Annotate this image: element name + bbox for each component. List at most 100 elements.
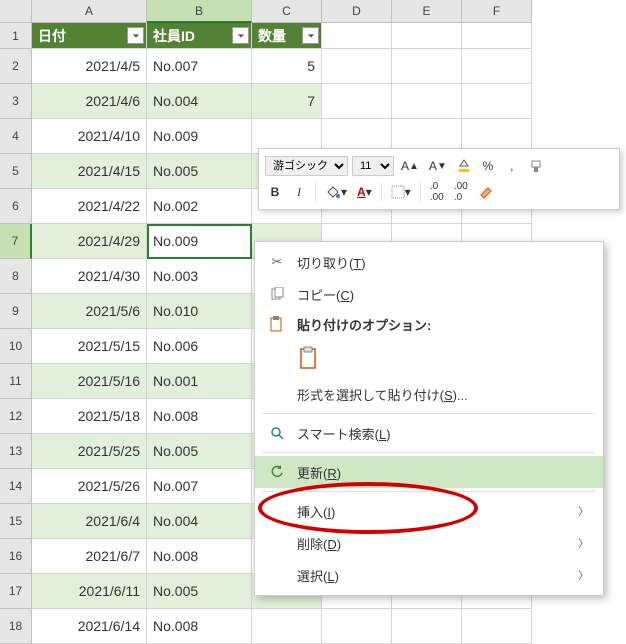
cell[interactable] — [462, 84, 532, 119]
cell-date[interactable]: 2021/5/26 — [32, 469, 147, 504]
column-header[interactable]: C — [252, 0, 322, 23]
row-header[interactable]: 6 — [0, 189, 32, 224]
font-size-select[interactable]: 11 — [352, 156, 394, 176]
cell-date[interactable]: 2021/5/18 — [32, 399, 147, 434]
ctx-paste-special[interactable]: 形式を選択して貼り付け(S)... — [255, 378, 603, 410]
cell-date[interactable]: 2021/6/7 — [32, 539, 147, 574]
table-header-empId[interactable]: 社員ID — [147, 23, 252, 49]
ctx-insert[interactable]: 挿入(I) 〉 — [255, 495, 603, 527]
increase-decimal-icon[interactable]: .0.00 — [427, 181, 447, 203]
cell-quantity[interactable] — [252, 609, 322, 644]
column-header[interactable]: E — [392, 0, 462, 23]
cell[interactable] — [392, 49, 462, 84]
cell[interactable] — [392, 609, 462, 644]
font-family-select[interactable]: 游ゴシック — [265, 156, 348, 176]
cell-employee-id[interactable]: No.008 — [147, 399, 252, 434]
cell-date[interactable]: 2021/5/6 — [32, 294, 147, 329]
cell-date[interactable]: 2021/4/29 — [32, 224, 147, 259]
cell-employee-id[interactable]: No.001 — [147, 364, 252, 399]
cell-date[interactable]: 2021/6/4 — [32, 504, 147, 539]
cell-quantity[interactable]: 7 — [252, 84, 322, 119]
cell-employee-id[interactable]: No.003 — [147, 259, 252, 294]
row-header[interactable]: 8 — [0, 259, 32, 294]
cell-employee-id[interactable]: No.005 — [147, 154, 252, 189]
cell-employee-id[interactable]: No.008 — [147, 539, 252, 574]
cell-date[interactable]: 2021/6/11 — [32, 574, 147, 609]
table-header-date[interactable]: 日付 — [32, 23, 147, 49]
ctx-cut[interactable]: ✂ 切り取り(T) — [255, 246, 603, 278]
cell-employee-id[interactable]: No.007 — [147, 49, 252, 84]
row-header[interactable]: 15 — [0, 504, 32, 539]
cell-date[interactable]: 2021/5/15 — [32, 329, 147, 364]
cell[interactable] — [392, 84, 462, 119]
cell-date[interactable]: 2021/4/15 — [32, 154, 147, 189]
cell-date[interactable]: 2021/5/25 — [32, 434, 147, 469]
row-header[interactable]: 2 — [0, 49, 32, 84]
ctx-paste-option-default[interactable] — [255, 338, 603, 378]
row-header[interactable]: 3 — [0, 84, 32, 119]
percent-icon[interactable]: % — [478, 155, 498, 177]
ctx-select[interactable]: 選択(L) 〉 — [255, 559, 603, 591]
cell[interactable] — [462, 23, 532, 49]
column-header[interactable]: D — [322, 0, 392, 23]
row-header[interactable]: 10 — [0, 329, 32, 364]
cell-employee-id[interactable]: No.009 — [147, 224, 252, 259]
table-header-qty[interactable]: 数量 — [252, 23, 322, 49]
fill-bucket-icon[interactable]: ▾ — [322, 181, 350, 203]
font-color-icon[interactable]: A▾ — [354, 181, 375, 203]
italic-button[interactable]: I — [289, 181, 309, 203]
cell-quantity[interactable]: 5 — [252, 49, 322, 84]
decrease-decimal-icon[interactable]: .00.0 — [451, 181, 471, 203]
cell-employee-id[interactable]: No.004 — [147, 504, 252, 539]
cell-date[interactable]: 2021/4/22 — [32, 189, 147, 224]
ctx-delete[interactable]: 削除(D) 〉 — [255, 527, 603, 559]
cell-employee-id[interactable]: No.006 — [147, 329, 252, 364]
column-header[interactable]: F — [462, 0, 532, 23]
cell[interactable] — [322, 23, 392, 49]
cell-employee-id[interactable]: No.004 — [147, 84, 252, 119]
increase-font-icon[interactable]: A▲ — [398, 155, 422, 177]
ctx-smart-lookup[interactable]: スマート検索(L) — [255, 417, 603, 449]
ctx-copy[interactable]: コピー(C) — [255, 278, 603, 310]
filter-dropdown-icon[interactable] — [232, 27, 249, 44]
cell-date[interactable]: 2021/6/14 — [32, 609, 147, 644]
cell[interactable] — [322, 49, 392, 84]
row-header[interactable]: 17 — [0, 574, 32, 609]
cell-employee-id[interactable]: No.005 — [147, 574, 252, 609]
row-header[interactable]: 4 — [0, 119, 32, 154]
row-header[interactable]: 7 — [0, 224, 32, 259]
cell-employee-id[interactable]: No.008 — [147, 609, 252, 644]
cell-date[interactable]: 2021/5/16 — [32, 364, 147, 399]
bold-button[interactable]: B — [265, 181, 285, 203]
format-painter-icon[interactable] — [526, 155, 546, 177]
row-header[interactable]: 16 — [0, 539, 32, 574]
select-all-corner[interactable] — [0, 0, 32, 23]
decrease-font-icon[interactable]: A▼ — [426, 155, 450, 177]
ctx-refresh[interactable]: 更新(R) — [255, 456, 603, 488]
comma-icon[interactable]: , — [502, 155, 522, 177]
cell[interactable] — [462, 49, 532, 84]
row-header[interactable]: 9 — [0, 294, 32, 329]
row-header[interactable]: 14 — [0, 469, 32, 504]
cell[interactable] — [322, 609, 392, 644]
cell-employee-id[interactable]: No.009 — [147, 119, 252, 154]
column-header[interactable]: A — [32, 0, 147, 23]
cell[interactable] — [322, 84, 392, 119]
row-header[interactable]: 18 — [0, 609, 32, 644]
borders-icon[interactable]: ▾ — [388, 181, 414, 203]
cell-date[interactable]: 2021/4/6 — [32, 84, 147, 119]
filter-dropdown-icon[interactable] — [302, 27, 319, 44]
row-header[interactable]: 1 — [0, 23, 32, 49]
row-header[interactable]: 5 — [0, 154, 32, 189]
cell-employee-id[interactable]: No.007 — [147, 469, 252, 504]
row-header[interactable]: 11 — [0, 364, 32, 399]
filter-dropdown-icon[interactable] — [127, 27, 144, 44]
cell-date[interactable]: 2021/4/10 — [32, 119, 147, 154]
row-header[interactable]: 13 — [0, 434, 32, 469]
cell-date[interactable]: 2021/4/5 — [32, 49, 147, 84]
cell-date[interactable]: 2021/4/30 — [32, 259, 147, 294]
column-header[interactable]: B — [147, 0, 252, 23]
row-header[interactable]: 12 — [0, 399, 32, 434]
fill-color-icon[interactable] — [454, 155, 474, 177]
cell[interactable] — [392, 23, 462, 49]
